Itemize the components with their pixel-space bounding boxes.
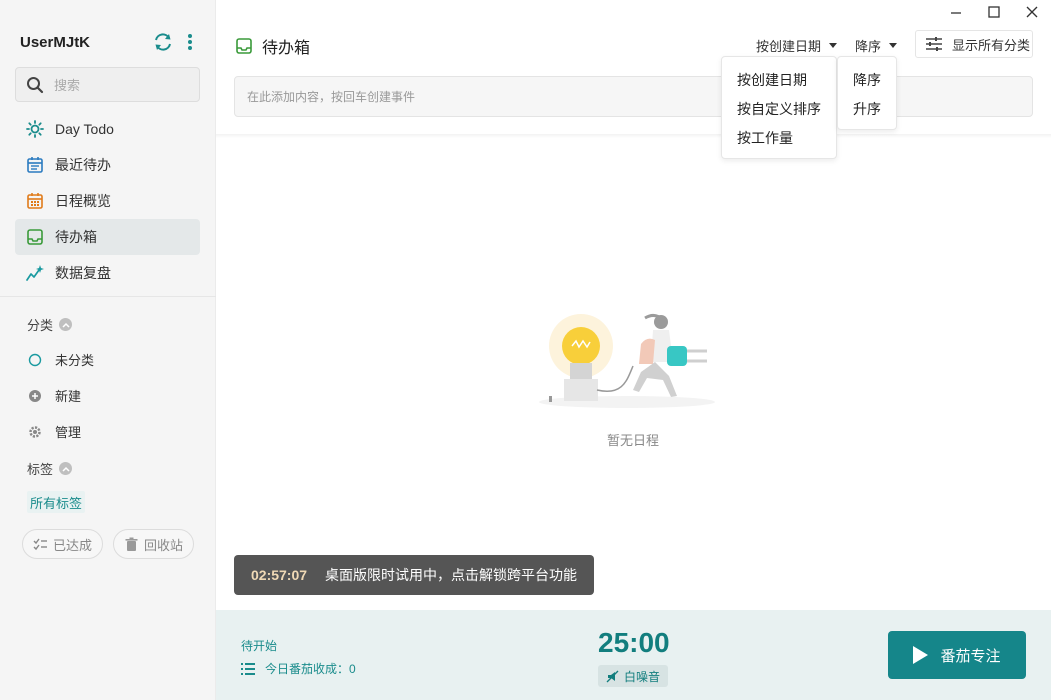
nav-label: 数据复盘 bbox=[55, 265, 111, 281]
white-noise-label: 白噪音 bbox=[624, 669, 661, 684]
start-focus-label: 番茄专注 bbox=[940, 647, 1001, 665]
play-icon bbox=[913, 646, 929, 664]
search-input[interactable]: 搜索 bbox=[15, 67, 200, 102]
nav-item-recent[interactable]: 最近待办 bbox=[15, 147, 200, 183]
pomodoro-count: 今日番茄收成：0 bbox=[241, 660, 356, 677]
user-row: UserMJtK bbox=[20, 30, 200, 54]
start-focus-button[interactable]: 番茄专注 bbox=[888, 631, 1026, 679]
chart-sparkle-icon bbox=[26, 264, 44, 282]
category-label: 新建 bbox=[55, 389, 82, 404]
completed-label: 已达成 bbox=[53, 537, 93, 553]
nav-item-day-todo[interactable]: Day Todo bbox=[15, 111, 200, 147]
order-dropdown[interactable]: 降序 bbox=[855, 36, 898, 55]
sort-option-created[interactable]: 按创建日期 bbox=[722, 65, 836, 94]
nav-item-inbox[interactable]: 待办箱 bbox=[15, 219, 200, 255]
sync-icon[interactable] bbox=[152, 31, 174, 53]
category-uncategorized[interactable]: 未分类 bbox=[27, 350, 94, 369]
search-icon bbox=[27, 76, 44, 93]
sort-option-custom[interactable]: 按自定义排序 bbox=[722, 94, 836, 123]
pomodoro-footer: 待开始 今日番茄收成：0 25:00 白噪音 番茄专注 bbox=[216, 610, 1051, 700]
order-label: 降序 bbox=[855, 39, 882, 54]
pomodoro-timer: 25:00 bbox=[598, 627, 670, 658]
order-menu: 降序 升序 bbox=[837, 56, 897, 130]
nav-label: 待办箱 bbox=[55, 229, 97, 245]
more-vertical-icon[interactable] bbox=[186, 31, 194, 53]
search-placeholder: 搜索 bbox=[54, 78, 81, 93]
nav-item-review[interactable]: 数据复盘 bbox=[15, 255, 200, 291]
caret-down-icon bbox=[829, 43, 838, 48]
minimize-icon[interactable] bbox=[948, 4, 964, 20]
plus-circle-icon bbox=[27, 388, 43, 404]
add-task-placeholder: 在此添加内容，按回车创建事件 bbox=[247, 90, 416, 104]
nav-item-schedule[interactable]: 日程概览 bbox=[15, 183, 200, 219]
category-manage[interactable]: 管理 bbox=[27, 422, 81, 441]
category-label: 管理 bbox=[55, 425, 82, 440]
page-title-label: 待办箱 bbox=[262, 40, 311, 57]
nav-label: 最近待办 bbox=[55, 157, 111, 173]
sidebar-divider bbox=[0, 296, 216, 297]
white-noise-button[interactable]: 白噪音 bbox=[598, 665, 669, 687]
trash-icon bbox=[125, 537, 138, 551]
all-tags-chip[interactable]: 所有标签 bbox=[27, 491, 86, 513]
close-icon[interactable] bbox=[1024, 4, 1040, 20]
trash-label: 回收站 bbox=[144, 537, 184, 553]
pomodoro-status: 待开始 bbox=[241, 639, 278, 653]
collapse-icon[interactable] bbox=[59, 318, 73, 331]
nav-label: Day Todo bbox=[55, 121, 114, 137]
nav-label: 日程概览 bbox=[55, 193, 111, 209]
pomodoro-count-label: 今日番茄收成：0 bbox=[265, 662, 356, 676]
tag-title-label: 标签 bbox=[27, 462, 54, 477]
circle-outline-icon bbox=[27, 352, 43, 368]
sidebar: UserMJtK 搜索 Day Todo 最近待办 日程概览 待办箱 数据复盘 … bbox=[0, 0, 216, 700]
show-all-label: 显示所有分类 bbox=[952, 37, 1031, 53]
show-all-categories-button[interactable]: 显示所有分类 bbox=[915, 30, 1033, 58]
trial-message: 桌面版限时试用中，点击解锁跨平台功能 bbox=[325, 567, 578, 583]
completed-button[interactable]: 已达成 bbox=[22, 529, 104, 559]
category-title-label: 分类 bbox=[27, 318, 54, 333]
list-icon bbox=[241, 662, 255, 675]
gear-icon bbox=[27, 424, 43, 440]
empty-illustration bbox=[539, 313, 715, 408]
collapse-icon[interactable] bbox=[59, 462, 73, 475]
sort-by-label: 按创建日期 bbox=[756, 39, 822, 54]
inbox-icon bbox=[26, 228, 44, 246]
sliders-icon bbox=[926, 37, 942, 51]
calendar-grid-icon bbox=[26, 192, 44, 210]
order-option-asc[interactable]: 升序 bbox=[838, 94, 896, 123]
calendar-list-icon bbox=[26, 156, 44, 174]
mute-icon bbox=[606, 670, 619, 682]
empty-state-text: 暂无日程 bbox=[606, 433, 659, 448]
trial-timer: 02:57:07 bbox=[251, 567, 308, 583]
add-task-input[interactable]: 在此添加内容，按回车创建事件 bbox=[234, 76, 1033, 117]
sort-by-dropdown[interactable]: 按创建日期 bbox=[756, 36, 838, 55]
username[interactable]: UserMJtK bbox=[20, 34, 90, 51]
page-title: 待办箱 bbox=[235, 34, 310, 58]
sort-option-workload[interactable]: 按工作量 bbox=[722, 123, 836, 152]
tag-section-title[interactable]: 标签 bbox=[27, 459, 73, 478]
sun-icon bbox=[26, 120, 44, 138]
inbox-icon bbox=[236, 38, 252, 54]
category-new[interactable]: 新建 bbox=[27, 386, 81, 405]
caret-down-icon bbox=[889, 43, 898, 48]
sort-by-menu: 按创建日期 按自定义排序 按工作量 bbox=[721, 56, 837, 159]
trash-button[interactable]: 回收站 bbox=[113, 529, 195, 559]
maximize-icon[interactable] bbox=[986, 4, 1002, 20]
trial-toast[interactable]: 02:57:07 桌面版限时试用中，点击解锁跨平台功能 bbox=[234, 555, 594, 595]
category-section-title[interactable]: 分类 bbox=[27, 315, 73, 334]
checklist-icon bbox=[33, 538, 47, 550]
order-option-desc[interactable]: 降序 bbox=[838, 65, 896, 94]
header-shadow bbox=[216, 134, 1051, 138]
category-label: 未分类 bbox=[55, 353, 95, 368]
